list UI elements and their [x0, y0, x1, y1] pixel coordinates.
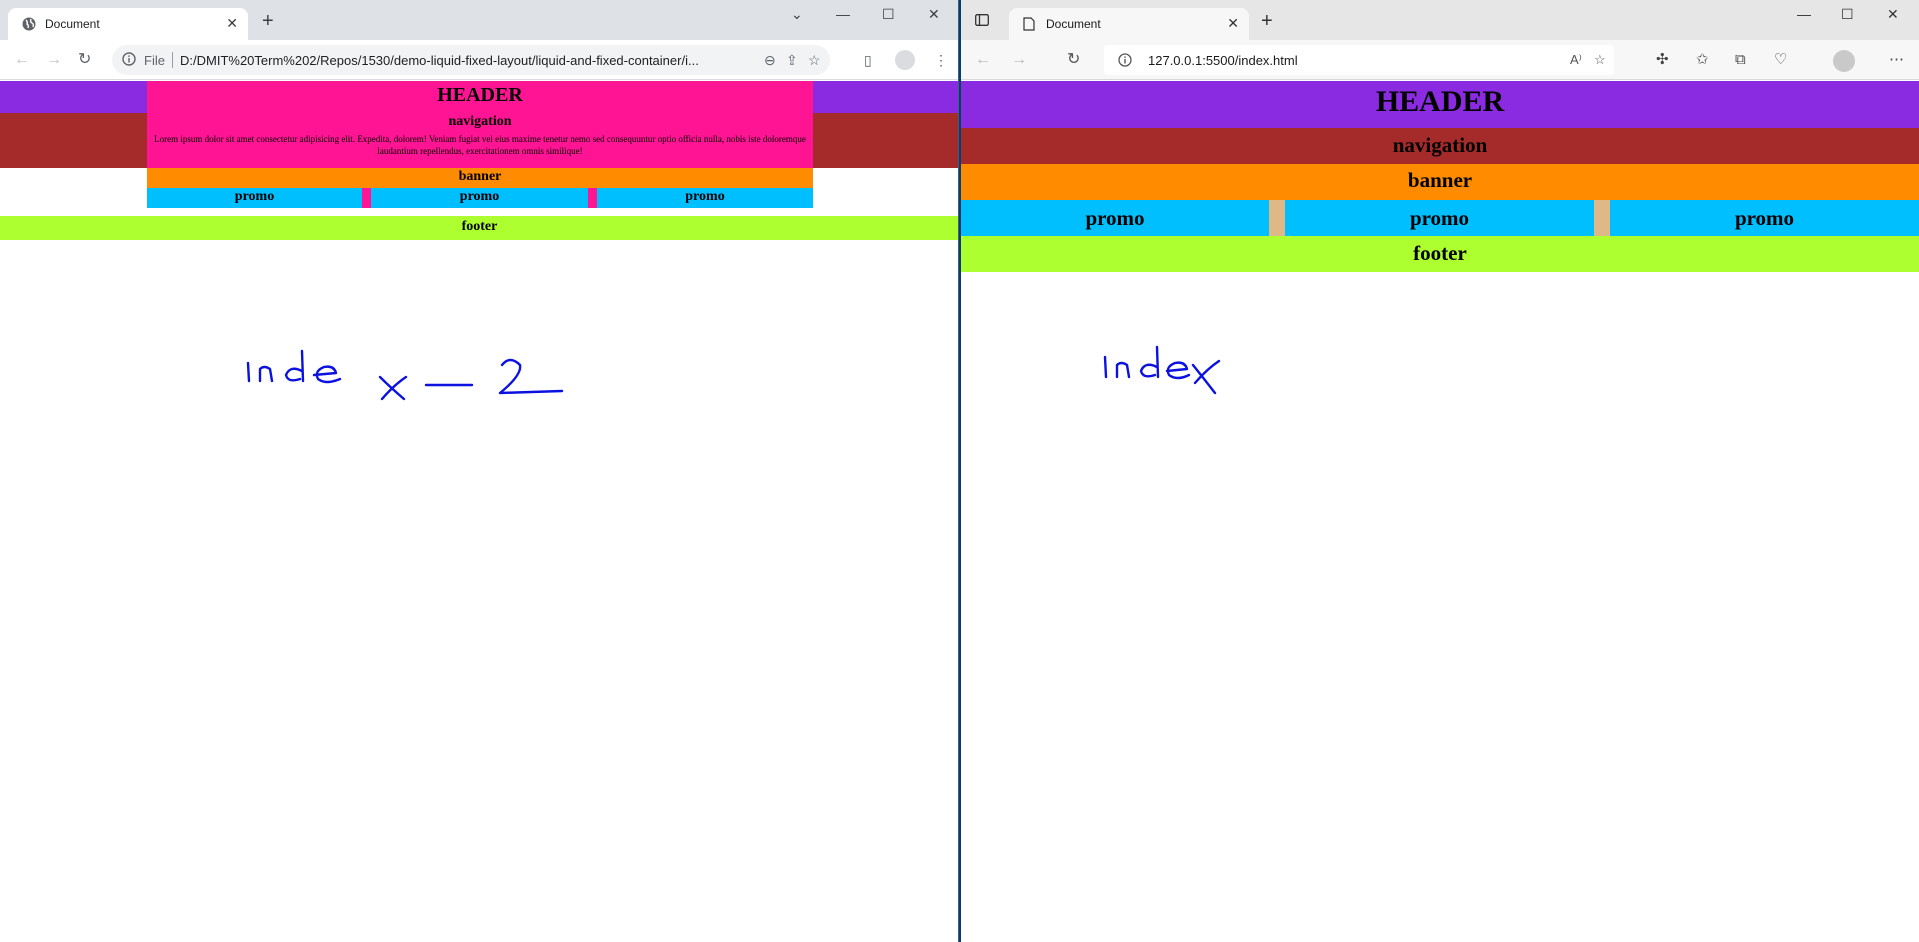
profile-avatar-icon[interactable]: [1833, 50, 1855, 72]
promo-heading: promo: [1085, 206, 1145, 230]
minimize-icon[interactable]: —: [1797, 6, 1811, 22]
chrome-tab-title: Document: [45, 17, 100, 31]
more-menu-icon[interactable]: ⋯: [1889, 50, 1904, 70]
address-scheme-label: File: [144, 53, 165, 68]
more-menu-icon[interactable]: ⋮: [934, 50, 948, 70]
fixed-header-container: HEADER navigation Lorem ipsum dolor sit …: [147, 81, 813, 168]
favorites-icon[interactable]: ✩: [1696, 50, 1709, 70]
promo-box-2: promo: [1285, 200, 1594, 236]
minimize-icon[interactable]: —: [836, 6, 850, 22]
footer-heading: footer: [1413, 241, 1467, 265]
address-url-text[interactable]: 127.0.0.1:5500/index.html: [1148, 53, 1298, 68]
promo-heading: promo: [459, 189, 500, 204]
forward-arrow-icon[interactable]: →: [1011, 49, 1027, 71]
promo-gap-2: [1594, 200, 1610, 236]
navigation-heading: navigation: [448, 114, 512, 129]
tab-actions-icon[interactable]: [975, 14, 989, 26]
lorem-paragraph: Lorem ipsum dolor sit amet consectetur a…: [154, 134, 806, 156]
chrome-page-viewport: HEADER navigation Lorem ipsum dolor sit …: [0, 81, 958, 942]
chrome-address-bar[interactable]: File D:/DMIT%20Term%202/Repos/1530/demo-…: [112, 45, 830, 75]
close-tab-icon[interactable]: ✕: [226, 15, 238, 31]
edge-window: Document ✕ + — ☐ ✕ ← → ↻ 127.0.0.1:5500/…: [961, 0, 1919, 942]
edge-address-bar[interactable]: 127.0.0.1:5500/index.html A⁾ ☆: [1104, 45, 1614, 75]
browser-essentials-icon[interactable]: ♡: [1774, 50, 1787, 70]
share-icon[interactable]: ⇪: [786, 51, 798, 69]
edge-tab-document[interactable]: Document ✕: [1009, 8, 1249, 40]
page-header-heading: HEADER: [437, 84, 523, 106]
address-separator: [172, 52, 173, 68]
zoom-icon[interactable]: ⊖: [764, 51, 776, 69]
tab-search-chevron-icon[interactable]: ⌄: [791, 6, 803, 22]
favorite-star-icon[interactable]: ☆: [1594, 51, 1606, 69]
promo-box-3: promo: [1610, 200, 1919, 236]
handwritten-annotation: index: [1103, 345, 1221, 395]
address-url-text[interactable]: D:/DMIT%20Term%202/Repos/1530/demo-liqui…: [180, 53, 760, 68]
document-icon: [1023, 17, 1035, 31]
promo-heading: promo: [685, 189, 725, 204]
page-header-heading: HEADER: [1375, 85, 1505, 118]
edge-tab-strip: Document ✕ + — ☐ ✕: [961, 0, 1919, 40]
edge-page-viewport: HEADER navigation banner promo promo pro…: [961, 81, 1919, 942]
close-window-icon[interactable]: ✕: [928, 6, 940, 22]
edge-tab-title: Document: [1046, 17, 1101, 31]
globe-icon: [22, 17, 36, 31]
banner-section: banner: [147, 168, 813, 188]
chrome-tab-document[interactable]: Document ✕: [8, 8, 248, 40]
promo-box-1: promo: [961, 200, 1269, 236]
read-aloud-icon[interactable]: A⁾: [1570, 51, 1582, 69]
back-arrow-icon[interactable]: ←: [975, 49, 991, 71]
info-icon[interactable]: [1118, 53, 1132, 67]
side-panel-icon[interactable]: ▯: [864, 50, 872, 70]
banner-heading: banner: [1407, 168, 1473, 192]
promo-box-1: promo: [147, 188, 362, 208]
collections-icon[interactable]: ⧉: [1735, 50, 1746, 70]
header-band: HEADER: [961, 81, 1919, 128]
new-tab-icon[interactable]: +: [1261, 11, 1273, 31]
handwritten-annotation: index-2: [246, 349, 564, 401]
banner-heading: banner: [458, 169, 502, 184]
promo-heading: promo: [1409, 206, 1470, 230]
chrome-window: Document ✕ + ⌄ — ☐ ✕ ← → ↻ File D:/DMIT%…: [0, 0, 959, 942]
close-tab-icon[interactable]: ✕: [1227, 15, 1239, 31]
edge-toolbar: ← → ↻ 127.0.0.1:5500/index.html A⁾ ☆ ✣ ✩…: [961, 40, 1919, 80]
footer-band: footer: [961, 236, 1919, 272]
promo-gap-1: [1269, 200, 1285, 236]
info-icon[interactable]: [122, 52, 136, 66]
reload-icon[interactable]: ↻: [1067, 49, 1080, 71]
bookmark-star-icon[interactable]: ☆: [808, 51, 821, 69]
navigation-heading: navigation: [1392, 133, 1488, 157]
promo-box-2: promo: [371, 188, 588, 208]
promo-heading: promo: [1734, 206, 1795, 230]
forward-arrow-icon[interactable]: →: [46, 49, 62, 71]
promo-heading: promo: [234, 189, 275, 204]
extensions-icon[interactable]: ✣: [1656, 50, 1669, 70]
back-arrow-icon[interactable]: ←: [14, 49, 30, 71]
chrome-toolbar: ← → ↻ File D:/DMIT%20Term%202/Repos/1530…: [0, 40, 958, 80]
footer-band: footer: [0, 216, 958, 240]
nav-band: navigation: [961, 128, 1919, 164]
promo-gap-1: [362, 188, 371, 208]
footer-heading: footer: [461, 219, 498, 234]
close-window-icon[interactable]: ✕: [1887, 6, 1899, 22]
promo-box-3: promo: [597, 188, 813, 208]
maximize-icon[interactable]: ☐: [882, 6, 895, 22]
promo-gap-2: [588, 188, 597, 208]
new-tab-icon[interactable]: +: [262, 11, 274, 31]
reload-icon[interactable]: ↻: [78, 49, 91, 71]
banner-section: banner: [961, 164, 1919, 200]
profile-avatar-icon[interactable]: [895, 50, 915, 70]
maximize-icon[interactable]: ☐: [1841, 6, 1854, 22]
chrome-tab-strip: Document ✕ + ⌄ — ☐ ✕: [0, 0, 958, 40]
